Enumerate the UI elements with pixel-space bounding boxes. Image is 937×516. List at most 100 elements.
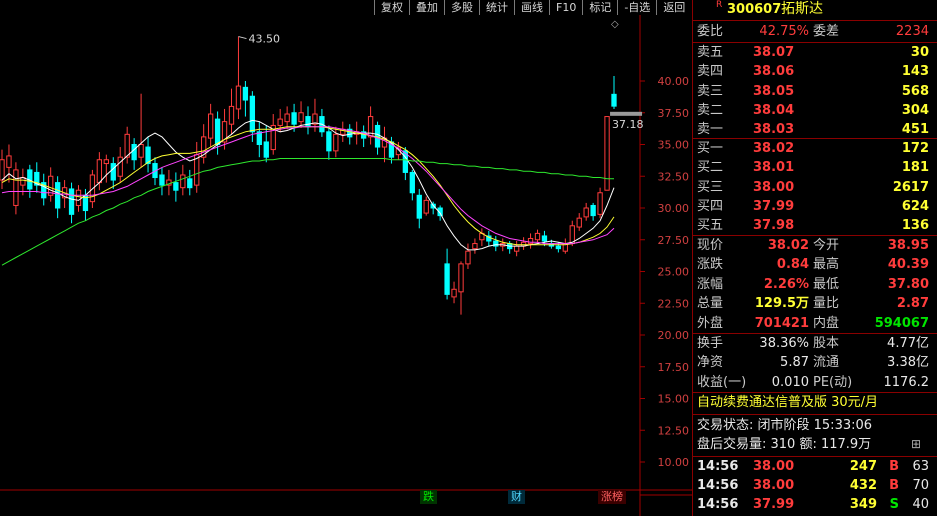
toolbar-btn-6[interactable]: 标记 [582,0,618,15]
toolbar-btn-5[interactable]: F10 [549,0,583,15]
toolbar-btn-2[interactable]: 多股 [444,0,479,15]
candle-body [180,174,186,189]
toolbar-btn-4[interactable]: 画线 [514,0,549,15]
candle-body [249,95,256,133]
candle-body [277,118,283,126]
stat-label: 最高 [813,257,840,273]
ask-row[interactable]: 卖一 38.03 451 [693,120,937,139]
level-label: 买三 [697,179,724,195]
event-flag[interactable]: 财 [508,490,525,504]
divider [693,20,937,21]
stat-value: 129.5万 [754,296,809,312]
info-value: 5.87 [780,355,809,371]
candle-body [187,178,193,189]
candle-body [298,112,304,123]
toolbar-btn-3[interactable]: 统计 [479,0,514,15]
candle-body [333,133,339,152]
bid-row[interactable]: 买一 38.02 172 [693,139,937,158]
event-flag[interactable]: 涨榜 [598,490,626,504]
bid-row[interactable]: 买三 38.00 2617 [693,178,937,197]
kline-svg[interactable]: 40.00 37.50 35.00 32.50 30.00 27.50 25.00 22.50… [0,15,692,516]
stat-label: 现价 [697,238,724,253]
bid-row[interactable]: 买五 37.98 136 [693,216,937,235]
diamond-icon[interactable]: ◇ [611,19,619,30]
chart-toolbar: 复权 叠加 多股 统计 画线 F10 标记 -自选 返回 [374,0,692,15]
candle-body [159,174,165,186]
info-row: 收益(一) 0.010 PE(动) 1176.2 [693,373,937,392]
stat-value: 40.39 [887,257,929,273]
ask-row[interactable]: 卖五 38.07 30 [693,43,937,62]
subscription-banner[interactable]: 自动续费通达信普及版 30元/月 [693,393,937,413]
bid-row[interactable]: 买二 38.01 181 [693,158,937,177]
y-tick-label: 25.00 [658,266,690,279]
candle-body [20,177,26,186]
candle-body [117,156,123,177]
tick-volume: 247 [849,459,877,474]
level-price: 38.01 [753,160,795,176]
high-marker-line [238,36,247,40]
candle-body [242,86,249,101]
info-label: 换手 [697,336,724,351]
candle-body [513,245,520,252]
high-price-label: 43.50 [248,33,279,46]
candle-body [569,225,575,245]
stat-row: 外盘 701421 内盘 594067 [693,314,937,333]
stat-row: 涨幅 2.26% 最低 37.80 [693,275,937,294]
stat-label: 总量 [697,296,724,312]
level-label: 卖二 [697,102,724,118]
stat-label: 涨跌 [697,257,724,273]
bid-row[interactable]: 买四 37.99 624 [693,197,937,216]
tick-side: B [889,478,899,493]
info-row: 换手 38.36% 股本 4.77亿 [693,334,937,353]
candle-body [472,243,478,250]
level-volume: 2617 [892,179,929,195]
tick-row[interactable]: 14:56 38.00 247 B 63 [693,457,937,476]
level-label: 卖三 [697,83,724,99]
candle-body [228,105,235,125]
stock-header[interactable]: R 300607 拓斯达 [693,0,937,19]
chart-icon[interactable]: ⊞ [911,435,921,454]
tick-count: 40 [912,497,929,512]
kline-chart[interactable]: 40.00 37.50 35.00 32.50 30.00 27.50 25.00 22.50… [0,15,692,516]
candle-body [207,113,214,139]
tick-row[interactable]: 14:56 38.00 432 B 70 [693,476,937,495]
level-volume: 136 [901,218,929,234]
candle-body [75,189,82,206]
level-label: 买二 [697,160,724,176]
info-label: 股本 [813,336,840,351]
wei-bi-label: 委比 [697,24,724,39]
stat-value: 38.02 [767,238,809,253]
wei-bi-value: 42.75% [759,24,809,39]
ask-row[interactable]: 卖三 38.05 568 [693,82,937,101]
stat-row: 总量 129.5万 量比 2.87 [693,294,937,313]
candle-body [416,194,422,219]
y-tick-label: 40.00 [658,75,690,88]
info-row: 净资 5.87 流通 3.38亿 [693,353,937,372]
level-label: 买五 [697,218,724,234]
y-tick-label: 37.50 [658,107,690,120]
ask-row[interactable]: 卖二 38.04 304 [693,101,937,120]
tick-count: 70 [912,478,929,493]
level-price: 38.02 [753,141,795,156]
candle-body [583,207,589,218]
candle-body [611,93,617,107]
level-price: 37.99 [753,198,795,214]
candle-body [214,118,221,145]
level-volume: 143 [901,64,929,80]
toolbar-btn-0[interactable]: 复权 [374,0,409,15]
event-flag[interactable]: 跌 [420,490,437,504]
toolbar-btn-7[interactable]: -自选 [617,0,657,15]
candle-body [263,141,269,158]
stock-name: 拓斯达 [781,1,823,17]
toolbar-btn-1[interactable]: 叠加 [409,0,444,15]
level-label: 买一 [697,141,724,156]
stat-value: 701421 [754,315,809,331]
stat-row: 现价 38.02 今开 38.95 [693,236,937,255]
ask-row[interactable]: 卖四 38.06 143 [693,62,937,81]
tick-count: 63 [912,459,929,474]
tick-row[interactable]: 14:56 37.99 349 S 40 [693,495,937,514]
y-tick-label: 17.50 [658,361,690,374]
toolbar-btn-8[interactable]: 返回 [656,0,692,15]
y-tick-label: 35.00 [658,139,690,152]
stat-value: 594067 [874,315,929,331]
